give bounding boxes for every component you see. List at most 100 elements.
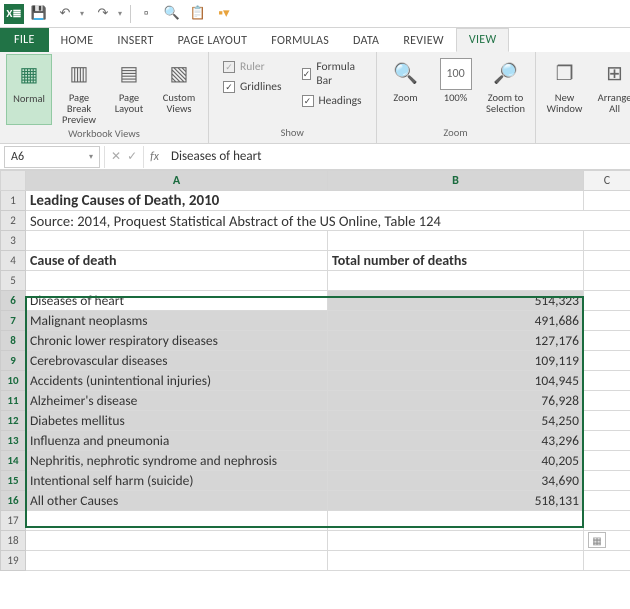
row-header-5[interactable]: 5 (1, 271, 26, 291)
headings-checkbox[interactable]: ✓Headings (302, 94, 362, 108)
cell-b19[interactable] (328, 551, 584, 571)
enter-formula-button[interactable]: ✓ (127, 149, 137, 164)
page-break-preview-button[interactable]: ▥ Page Break Preview (56, 54, 102, 125)
new-file-button[interactable]: ▫ (135, 3, 157, 25)
cell-a13[interactable]: Influenza and pneumonia (26, 431, 328, 451)
cell-a6[interactable]: Diseases of heart (26, 291, 328, 311)
cell-b17[interactable] (328, 511, 584, 531)
cell-a15[interactable]: Intentional self harm (suicide) (26, 471, 328, 491)
cancel-formula-button[interactable]: ✕ (111, 149, 121, 164)
quick-analysis-button[interactable]: ▦ (588, 532, 606, 548)
zoom-to-selection-button[interactable]: 🔎 Zoom to Selection (483, 54, 529, 124)
custom-views-button[interactable]: ▧ Custom Views (156, 54, 202, 125)
cell-c7[interactable] (584, 311, 630, 331)
row-header-11[interactable]: 11 (1, 391, 26, 411)
tab-home[interactable]: HOME (49, 30, 106, 52)
normal-view-button[interactable]: ▦ Normal (6, 54, 52, 125)
cell-b15[interactable]: 34,690 (328, 471, 584, 491)
col-header-c[interactable]: C (584, 171, 630, 191)
row-header-7[interactable]: 7 (1, 311, 26, 331)
cell-a12[interactable]: Diabetes mellitus (26, 411, 328, 431)
cell-a8[interactable]: Chronic lower respiratory diseases (26, 331, 328, 351)
row-header-15[interactable]: 15 (1, 471, 26, 491)
row-header-19[interactable]: 19 (1, 551, 26, 571)
row-header-14[interactable]: 14 (1, 451, 26, 471)
cell-b3[interactable] (328, 231, 584, 251)
row-header-12[interactable]: 12 (1, 411, 26, 431)
row-header-13[interactable]: 13 (1, 431, 26, 451)
cell-a10[interactable]: Accidents (unintentional injuries) (26, 371, 328, 391)
name-box[interactable]: A6 ▾ (4, 146, 100, 168)
col-header-b[interactable]: B (328, 171, 584, 191)
cell-b6[interactable]: 514,323 (328, 291, 584, 311)
redo-button[interactable]: ↷ (92, 3, 114, 25)
arrange-all-button[interactable]: ⊞ Arrange All (592, 54, 630, 124)
cell-a14[interactable]: Nephritis, nephrotic syndrome and nephro… (26, 451, 328, 471)
save-button[interactable]: 💾 (28, 3, 50, 25)
undo-dropdown[interactable]: ▾ (80, 9, 88, 19)
zoom-100-button[interactable]: 100 100% (433, 54, 479, 124)
formula-content[interactable]: Diseases of heart (165, 149, 630, 164)
cell-c1[interactable] (584, 191, 630, 211)
cell-b7[interactable]: 491,686 (328, 311, 584, 331)
cell-c3[interactable] (584, 231, 630, 251)
cell-a7[interactable]: Malignant neoplasms (26, 311, 328, 331)
cell-c13[interactable] (584, 431, 630, 451)
undo-button[interactable]: ↶ (54, 3, 76, 25)
row-header-10[interactable]: 10 (1, 371, 26, 391)
cell-b4[interactable]: Total number of deaths (328, 251, 584, 271)
row-header-4[interactable]: 4 (1, 251, 26, 271)
row-header-2[interactable]: 2 (1, 211, 26, 231)
row-header-16[interactable]: 16 (1, 491, 26, 511)
row-header-3[interactable]: 3 (1, 231, 26, 251)
cell-a4[interactable]: Cause of death (26, 251, 328, 271)
cell-a1[interactable]: Leading Causes of Death, 2010 (26, 191, 584, 211)
gridlines-checkbox[interactable]: ✓Gridlines (223, 80, 282, 94)
row-header-17[interactable]: 17 (1, 511, 26, 531)
tab-data[interactable]: DATA (341, 30, 391, 52)
cell-c12[interactable] (584, 411, 630, 431)
page-layout-button[interactable]: ▤ Page Layout (106, 54, 152, 125)
cell-b13[interactable]: 43,296 (328, 431, 584, 451)
cell-b11[interactable]: 76,928 (328, 391, 584, 411)
tab-page-layout[interactable]: PAGE LAYOUT (166, 30, 260, 52)
select-all-button[interactable] (1, 171, 26, 191)
cell-b16[interactable]: 518,131 (328, 491, 584, 511)
tab-review[interactable]: REVIEW (391, 30, 456, 52)
cell-b12[interactable]: 54,250 (328, 411, 584, 431)
cell-c17[interactable] (584, 511, 630, 531)
cell-a19[interactable] (26, 551, 328, 571)
cell-a18[interactable] (26, 531, 328, 551)
tab-file[interactable]: FILE (0, 28, 49, 52)
cell-a2[interactable]: Source: 2014, Proquest Statistical Abstr… (26, 211, 630, 231)
cell-c5[interactable] (584, 271, 630, 291)
print-preview-button[interactable]: 🔍 (161, 3, 183, 25)
name-box-dropdown-icon[interactable]: ▾ (89, 152, 93, 162)
cell-c10[interactable] (584, 371, 630, 391)
cell-a16[interactable]: All other Causes (26, 491, 328, 511)
cell-b14[interactable]: 40,205 (328, 451, 584, 471)
cell-b10[interactable]: 104,945 (328, 371, 584, 391)
tab-formulas[interactable]: FORMULAS (259, 30, 341, 52)
col-header-a[interactable]: A (26, 171, 328, 191)
cell-b18[interactable] (328, 531, 584, 551)
row-header-9[interactable]: 9 (1, 351, 26, 371)
redo-dropdown[interactable]: ▾ (118, 9, 126, 19)
new-window-button[interactable]: ❐ New Window (542, 54, 588, 124)
ruler-checkbox[interactable]: ✓Ruler (223, 60, 282, 74)
cell-c16[interactable] (584, 491, 630, 511)
tab-insert[interactable]: INSERT (105, 30, 165, 52)
cell-c15[interactable] (584, 471, 630, 491)
cell-c19[interactable] (584, 551, 630, 571)
formula-bar-checkbox[interactable]: ✓Formula Bar (302, 60, 362, 88)
cell-a9[interactable]: Cerebrovascular diseases (26, 351, 328, 371)
cell-a5[interactable] (26, 271, 328, 291)
cell-a3[interactable] (26, 231, 328, 251)
row-header-8[interactable]: 8 (1, 331, 26, 351)
row-header-6[interactable]: 6 (1, 291, 26, 311)
tab-view[interactable]: VIEW (456, 28, 510, 52)
cell-c6[interactable] (584, 291, 630, 311)
cell-c8[interactable] (584, 331, 630, 351)
cell-c11[interactable] (584, 391, 630, 411)
row-header-1[interactable]: 1 (1, 191, 26, 211)
